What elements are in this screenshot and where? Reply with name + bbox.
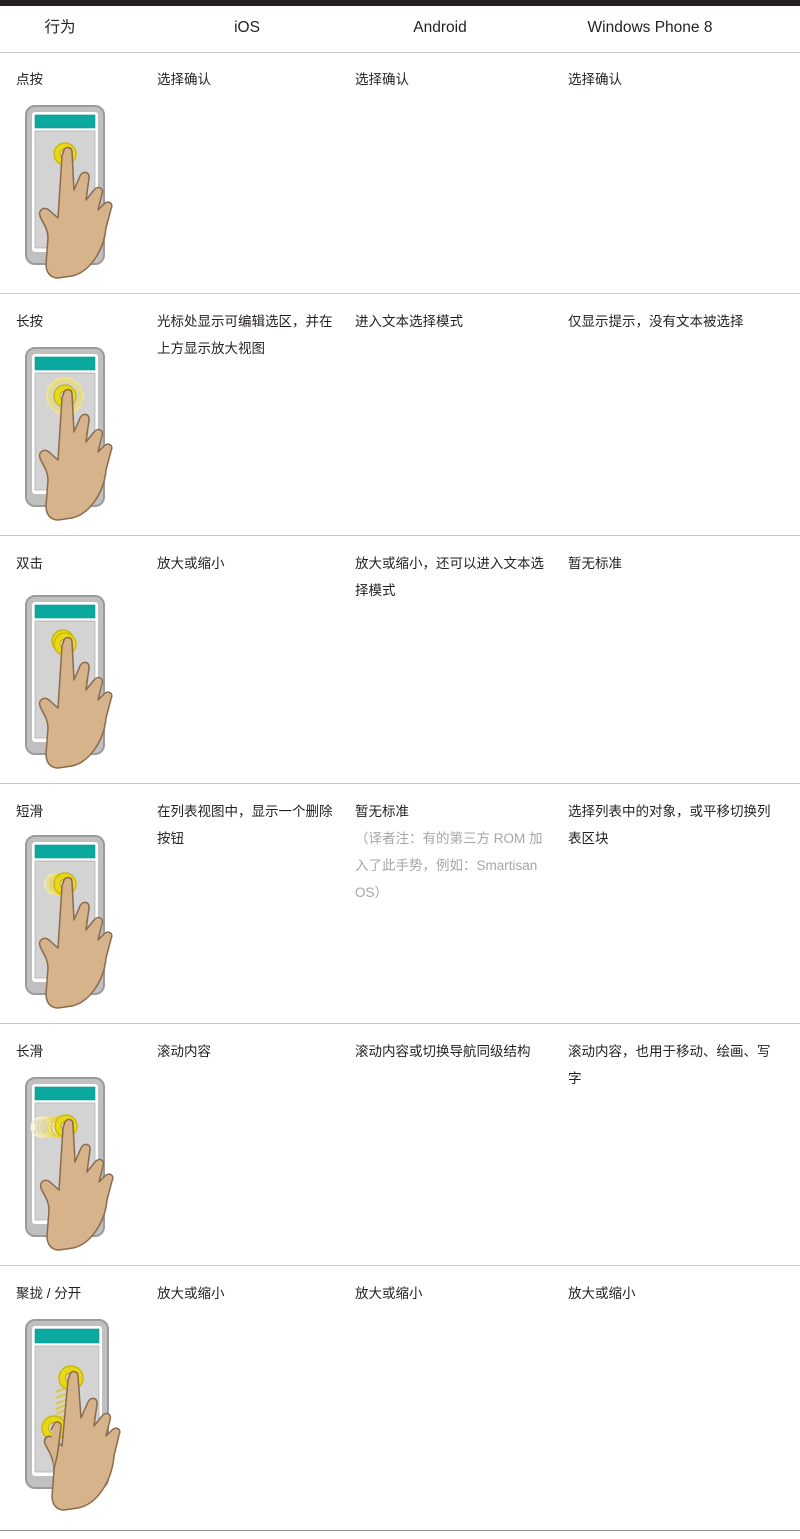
ios-description: 滚动内容 <box>157 1044 211 1059</box>
table-row: 点按 选择确认 选择确认 选择确认 <box>0 52 800 294</box>
phone-long-press-icon <box>14 346 150 526</box>
table-row: 聚拢 / 分开 放大或缩小 放大或缩小 放大或缩小 <box>0 1266 800 1531</box>
gesture-comparison-table: 行为 iOS Android Windows Phone 8 点按 选择确认 选… <box>0 6 800 1531</box>
ios-description: 光标处显示可编辑选区，并在上方显示放大视图 <box>157 314 333 356</box>
ios-description: 放大或缩小 <box>157 1286 225 1301</box>
column-header-windows-phone: Windows Phone 8 <box>587 19 713 36</box>
table-row: 长按 光标处显示可编辑选区，并在上方显示放大视图 进入文本选择模式 仅显示提示，… <box>0 294 800 536</box>
phone-double-tap-icon <box>14 594 150 774</box>
wp8-description: 选择列表中的对象，或平移切换列表区块 <box>568 804 771 846</box>
wp8-description: 仅显示提示，没有文本被选择 <box>568 314 744 329</box>
ios-description: 放大或缩小 <box>157 556 225 571</box>
wp8-description: 滚动内容，也用于移动、绘画、写字 <box>568 1044 771 1086</box>
phone-tap-icon <box>14 104 150 284</box>
table-bottom-divider <box>0 1530 800 1531</box>
ios-description: 选择确认 <box>157 72 211 87</box>
android-description: 进入文本选择模式 <box>355 314 463 329</box>
android-translator-note: （译者注：有的第三方 ROM 加入了此手势，例如：Smartisan OS） <box>355 831 543 900</box>
table-row: 长滑 滚动内容 滚动内容或切换导航同级结构 滚动内容，也用于移动、绘画、写字 <box>0 1024 800 1266</box>
android-description: 暂无标准 <box>355 804 409 819</box>
column-header-behavior: 行为 <box>44 19 76 36</box>
column-header-ios: iOS <box>234 19 260 36</box>
wp8-description: 放大或缩小 <box>568 1286 636 1301</box>
column-header-android: Android <box>413 19 467 36</box>
wp8-description: 暂无标准 <box>568 556 622 571</box>
gesture-name: 聚拢 / 分开 <box>16 1286 82 1301</box>
android-description: 放大或缩小，还可以进入文本选择模式 <box>355 556 544 598</box>
phone-long-swipe-icon <box>14 1076 150 1256</box>
android-description: 放大或缩小 <box>355 1286 423 1301</box>
phone-short-swipe-icon <box>14 834 150 1014</box>
gesture-name: 短滑 <box>16 804 43 819</box>
gesture-name: 长滑 <box>16 1044 43 1059</box>
table-row: 双击 放大或缩小 放大或缩小，还可以进入文本选择模式 暂无标准 <box>0 536 800 784</box>
phone-pinch-icon <box>14 1318 154 1518</box>
table-header-row: 行为 iOS Android Windows Phone 8 <box>0 6 800 53</box>
wp8-description: 选择确认 <box>568 72 622 87</box>
gesture-name: 点按 <box>16 72 43 87</box>
ios-description: 在列表视图中，显示一个删除按钮 <box>157 804 333 846</box>
android-description: 滚动内容或切换导航同级结构 <box>355 1044 531 1059</box>
gesture-name: 双击 <box>16 556 43 571</box>
android-description: 选择确认 <box>355 72 409 87</box>
gesture-name: 长按 <box>16 314 43 329</box>
table-row: 短滑 在列表视图中，显示一个删除按钮 暂无标准 （译者注：有的第三方 ROM 加… <box>0 784 800 1024</box>
